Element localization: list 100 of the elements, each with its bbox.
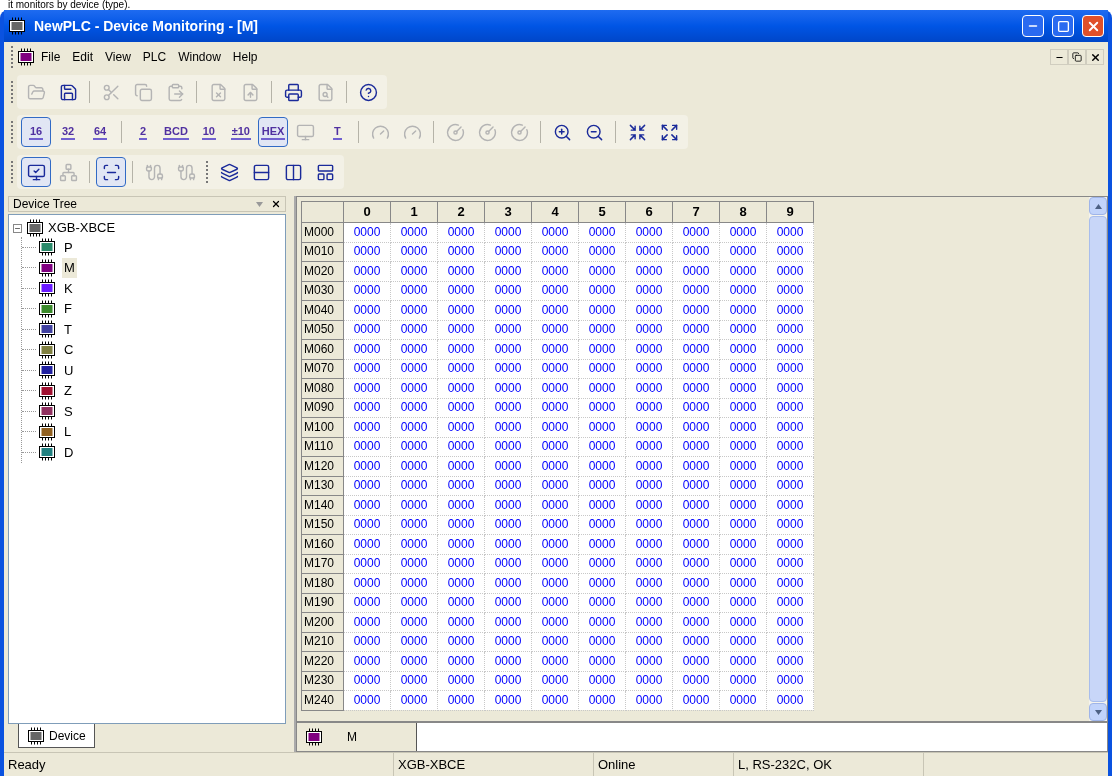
table-cell[interactable]: 0000 [531, 671, 579, 691]
tree-item[interactable]: XGB-XBCE [48, 218, 116, 238]
table-cell[interactable]: 0000 [672, 359, 720, 379]
table-cell[interactable]: 0000 [531, 476, 579, 496]
table-cell[interactable]: 0000 [390, 476, 438, 496]
close-button[interactable] [1082, 15, 1104, 37]
table-cell[interactable]: 0000 [578, 476, 626, 496]
table-cell[interactable]: 0000 [390, 398, 438, 418]
collapse-toggle[interactable] [13, 223, 22, 233]
table-cell[interactable]: 0000 [672, 515, 720, 535]
table-cell[interactable]: 0000 [343, 554, 391, 574]
table-cell[interactable]: 0000 [390, 359, 438, 379]
table-cell[interactable]: 0000 [719, 671, 767, 691]
table-cell[interactable]: 0000 [672, 398, 720, 418]
table-cell[interactable]: 0000 [484, 515, 532, 535]
table-cell[interactable]: 0000 [437, 671, 485, 691]
table-cell[interactable]: 0000 [625, 593, 673, 613]
table-cell[interactable]: 0000 [437, 437, 485, 457]
table-cell[interactable]: 0000 [484, 632, 532, 652]
table-cell[interactable]: 0000 [390, 320, 438, 340]
table-cell[interactable]: 0000 [766, 476, 814, 496]
table-cell[interactable]: 0000 [719, 593, 767, 613]
table-cell[interactable]: 0000 [343, 398, 391, 418]
tree-item[interactable]: U [62, 360, 76, 380]
table-cell[interactable]: 0000 [672, 281, 720, 301]
table-cell[interactable]: 0000 [484, 398, 532, 418]
menu-item[interactable]: Edit [66, 48, 100, 66]
table-cell[interactable]: 0000 [531, 593, 579, 613]
table-cell[interactable]: 0000 [672, 437, 720, 457]
table-cell[interactable]: 0000 [437, 281, 485, 301]
table-cell[interactable]: 0000 [484, 281, 532, 301]
menu-item[interactable]: PLC [136, 48, 173, 66]
tree-item[interactable]: C [62, 340, 76, 360]
table-cell[interactable]: 0000 [719, 320, 767, 340]
table-cell[interactable]: 0000 [343, 476, 391, 496]
table-cell[interactable]: 0000 [766, 437, 814, 457]
table-cell[interactable]: 0000 [531, 515, 579, 535]
table-cell[interactable]: 0000 [531, 554, 579, 574]
table-cell[interactable]: 0000 [343, 359, 391, 379]
tree-item[interactable]: D [62, 442, 76, 462]
table-cell[interactable]: 0000 [719, 476, 767, 496]
table-cell[interactable]: 0000 [719, 554, 767, 574]
menu-item[interactable]: Help [226, 48, 264, 66]
format-button[interactable]: 32 [53, 117, 83, 147]
table-cell[interactable]: 0000 [719, 242, 767, 262]
table-cell[interactable]: 0000 [484, 554, 532, 574]
table-cell[interactable]: 0000 [437, 515, 485, 535]
table-cell[interactable]: 0000 [766, 593, 814, 613]
table-cell[interactable]: 0000 [672, 242, 720, 262]
table-cell[interactable]: 0000 [578, 242, 626, 262]
table-cell[interactable]: 0000 [578, 320, 626, 340]
table-cell[interactable]: 0000 [484, 671, 532, 691]
format-button[interactable]: 64 [85, 117, 115, 147]
table-cell[interactable]: 0000 [625, 359, 673, 379]
table-cell[interactable]: 0000 [390, 281, 438, 301]
mdi-close-button[interactable] [1086, 49, 1104, 65]
table-cell[interactable]: 0000 [766, 320, 814, 340]
table-cell[interactable]: 0000 [766, 281, 814, 301]
table-cell[interactable]: 0000 [578, 281, 626, 301]
table-cell[interactable]: 0000 [578, 515, 626, 535]
table-cell[interactable]: 0000 [484, 593, 532, 613]
format-button[interactable]: ±10 [225, 117, 256, 147]
table-cell[interactable]: 0000 [625, 515, 673, 535]
table-cell[interactable]: 0000 [437, 593, 485, 613]
table-cell[interactable]: 0000 [672, 632, 720, 652]
table-cell[interactable]: 0000 [625, 398, 673, 418]
mdi-minimize-button[interactable] [1050, 49, 1068, 65]
table-cell[interactable]: 0000 [343, 515, 391, 535]
table-cell[interactable]: 0000 [437, 320, 485, 340]
table-cell[interactable]: 0000 [766, 554, 814, 574]
table-cell[interactable]: 0000 [343, 671, 391, 691]
table-cell[interactable]: 0000 [343, 320, 391, 340]
table-cell[interactable]: 0000 [625, 671, 673, 691]
table-cell[interactable]: 0000 [719, 398, 767, 418]
table-cell[interactable]: 0000 [766, 671, 814, 691]
table-cell[interactable]: 0000 [719, 281, 767, 301]
table-cell[interactable]: 0000 [625, 554, 673, 574]
table-cell[interactable]: 0000 [484, 320, 532, 340]
format-button[interactable]: 16 [21, 117, 51, 147]
menu-item[interactable]: View [99, 48, 137, 66]
table-cell[interactable]: 0000 [531, 437, 579, 457]
table-cell[interactable]: 0000 [672, 593, 720, 613]
tree-item[interactable]: S [62, 401, 75, 421]
tree-item[interactable]: Z [62, 381, 74, 401]
table-cell[interactable]: 0000 [390, 554, 438, 574]
table-cell[interactable]: 0000 [390, 515, 438, 535]
table-cell[interactable]: 0000 [578, 554, 626, 574]
table-cell[interactable]: 0000 [484, 476, 532, 496]
table-cell[interactable]: 0000 [531, 242, 579, 262]
table-cell[interactable]: 0000 [484, 242, 532, 262]
table-cell[interactable]: 0000 [343, 593, 391, 613]
format-button[interactable]: BCD [160, 117, 192, 147]
sheet-tab[interactable]: M [297, 723, 417, 751]
table-cell[interactable]: 0000 [437, 476, 485, 496]
table-cell[interactable]: 0000 [437, 242, 485, 262]
table-cell[interactable]: 0000 [672, 320, 720, 340]
format-button[interactable]: T [322, 117, 353, 147]
table-cell[interactable]: 0000 [672, 671, 720, 691]
table-cell[interactable]: 0000 [719, 515, 767, 535]
table-cell[interactable]: 0000 [766, 242, 814, 262]
